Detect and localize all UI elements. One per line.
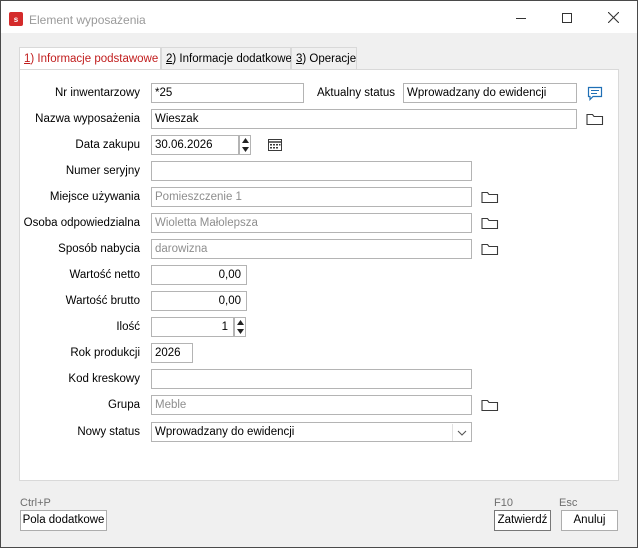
nazwa-browse-button[interactable] [585, 110, 605, 128]
aktualny-status-label: Aktualny status [317, 87, 395, 99]
app-icon: s [9, 12, 23, 26]
folder-icon [481, 217, 499, 230]
folder-icon [481, 399, 499, 412]
ilosc-field[interactable]: 1 [151, 317, 234, 337]
sposob-field[interactable]: darowizna [151, 239, 472, 259]
nazwa-field[interactable]: Wieszak [151, 109, 577, 129]
maximize-button[interactable] [544, 2, 590, 33]
tab-informacje-podstawowe[interactable]: 1) Informacje podstawowe [19, 47, 161, 70]
tab-operacje[interactable]: 3) Operacje [291, 47, 357, 69]
nowy-status-label: Nowy status [77, 426, 140, 438]
netto-label: Wartość netto [69, 269, 140, 281]
folder-icon [481, 191, 499, 204]
title-bar: s Element wyposażenia [1, 1, 637, 33]
sposob-label: Sposób nabycia [58, 243, 140, 255]
rok-label: Rok produkcji [70, 347, 140, 359]
maximize-icon [562, 12, 572, 23]
nowy-status-select[interactable]: Wprowadzany do ewidencji [151, 422, 472, 442]
spin-down-icon[interactable] [235, 327, 245, 336]
osoba-field[interactable]: Wioletta Małolepsza [151, 213, 472, 233]
close-icon [607, 12, 619, 23]
sposob-browse-button[interactable] [480, 240, 500, 258]
nr-inwentarzowy-label: Nr inwentarzowy [55, 87, 140, 99]
osoba-label: Osoba odpowiedzialna [23, 217, 140, 229]
dialog-body: 1) Informacje podstawowe 2) Informacje d… [1, 33, 637, 547]
numer-seryjny-label: Numer seryjny [65, 165, 140, 177]
miejsce-browse-button[interactable] [480, 188, 500, 206]
tab-3-label: ) Operacje [302, 53, 357, 65]
zatwierdz-shortcut: F10 [494, 497, 513, 509]
ilosc-spinner[interactable] [234, 317, 246, 337]
spin-up-icon[interactable] [240, 136, 250, 145]
pola-shortcut: Ctrl+P [20, 497, 51, 509]
miejsce-label: Miejsce używania [49, 191, 140, 203]
close-button[interactable] [590, 2, 636, 33]
folder-icon [586, 113, 604, 126]
nowy-status-value: Wprowadzany do ewidencji [155, 426, 295, 438]
rok-field[interactable]: 2026 [151, 343, 193, 363]
tab-1-label: ) Informacje podstawowe [30, 53, 159, 65]
grupa-field[interactable]: Meble [151, 395, 472, 415]
window-title: Element wyposażenia [29, 13, 146, 27]
chevron-down-icon[interactable] [452, 424, 470, 441]
data-zakupu-spinner[interactable] [239, 135, 251, 155]
osoba-browse-button[interactable] [480, 214, 500, 232]
brutto-field[interactable]: 0,00 [151, 291, 247, 311]
calendar-icon [268, 139, 282, 151]
grupa-label: Grupa [108, 399, 140, 411]
tab-informacje-dodatkowe[interactable]: 2) Informacje dodatkowe [161, 47, 292, 69]
nr-inwentarzowy-field[interactable]: *25 [151, 83, 304, 103]
dialog-window: s Element wyposażenia 1) Informacje pods… [0, 0, 638, 548]
kod-field[interactable] [151, 369, 472, 389]
comment-icon [587, 86, 603, 101]
folder-icon [481, 243, 499, 256]
aktualny-status-field: Wprowadzany do ewidencji [403, 83, 577, 103]
spin-up-icon[interactable] [235, 318, 245, 327]
zatwierdz-button[interactable]: Zatwierdź [494, 510, 551, 531]
numer-seryjny-field[interactable] [151, 161, 472, 181]
ilosc-label: Ilość [116, 321, 140, 333]
form-panel: Nr inwentarzowy *25 Aktualny status Wpro… [19, 69, 619, 481]
brutto-label: Wartość brutto [65, 295, 140, 307]
anuluj-shortcut: Esc [559, 497, 578, 509]
data-zakupu-label: Data zakupu [75, 139, 140, 151]
calendar-button[interactable] [265, 136, 285, 154]
minimize-icon [516, 17, 526, 19]
netto-field[interactable]: 0,00 [151, 265, 247, 285]
nazwa-label: Nazwa wyposażenia [35, 113, 140, 125]
anuluj-button[interactable]: Anuluj [561, 510, 618, 531]
minimize-button[interactable] [498, 2, 544, 33]
comment-button[interactable] [585, 84, 605, 102]
tab-2-label: ) Informacje dodatkowe [172, 53, 292, 65]
kod-label: Kod kreskowy [68, 373, 140, 385]
data-zakupu-field[interactable]: 30.06.2026 [151, 135, 239, 155]
grupa-browse-button[interactable] [480, 396, 500, 414]
miejsce-field[interactable]: Pomieszczenie 1 [151, 187, 472, 207]
spin-down-icon[interactable] [240, 145, 250, 154]
pola-dodatkowe-button[interactable]: Pola dodatkowe [20, 510, 107, 531]
